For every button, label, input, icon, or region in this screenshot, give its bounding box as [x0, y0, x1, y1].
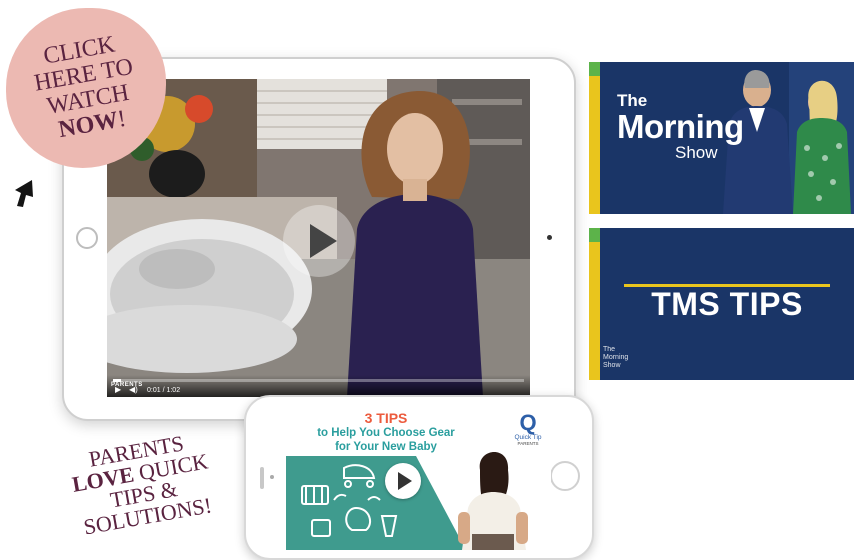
- logo-show: Show: [675, 143, 718, 162]
- quick-tip-label: Quick Tip: [514, 434, 542, 441]
- quick-tip-q: Q: [519, 410, 537, 435]
- phone-video-player[interactable]: 3 TIPS to Help You Choose Gear for Your …: [286, 404, 551, 550]
- quick-tip-badge: Q Quick Tip PARENTS: [510, 410, 546, 447]
- morning-show-video-thumbnail[interactable]: The Morning Show: [589, 62, 854, 214]
- tablet-play-button[interactable]: [283, 205, 355, 277]
- morning-show-logo: The Morning Show: [617, 92, 744, 162]
- tips-line-1: to Help You Choose Gear: [317, 427, 455, 439]
- phone-device: 3 TIPS to Help You Choose Gear for Your …: [244, 395, 594, 560]
- play-icon: [398, 472, 412, 490]
- accent-bar: [589, 228, 600, 380]
- tablet-home-button: [76, 227, 98, 249]
- play-small-icon[interactable]: ▶: [115, 385, 121, 394]
- three-tips-heading: 3 TIPS: [364, 410, 408, 426]
- tips-line-2: for Your New Baby: [335, 441, 437, 453]
- quick-tip-sub: PARENTS: [517, 441, 539, 446]
- video-controls: PARENTS ▶ ◀) 0:01 / 1:02: [107, 375, 530, 397]
- parents-love-callout: PARENTS LOVE QUICK TIPS & SOLUTIONS!: [46, 425, 239, 543]
- tablet-camera: [547, 235, 552, 240]
- phone-play-button[interactable]: [385, 463, 421, 499]
- mini-logo-line2: Morning: [603, 354, 629, 361]
- tablet-video-player[interactable]: PARENTS ▶ ◀) 0:01 / 1:02: [107, 79, 530, 397]
- volume-icon[interactable]: ◀): [129, 385, 138, 394]
- cursor-arrow-icon: [15, 180, 33, 207]
- mini-logo-line1: The: [603, 346, 616, 353]
- mini-logo-line3: Show: [603, 362, 621, 369]
- logo-morning: Morning: [617, 108, 744, 145]
- tms-tips-video-thumbnail[interactable]: TMS TIPS The Morning Show: [589, 228, 854, 380]
- cta-text: CLICK HERE TO WATCH NOW!: [28, 30, 144, 146]
- phone-speaker: [260, 467, 264, 489]
- tms-tips-title: TMS TIPS: [651, 286, 803, 322]
- video-progress-track[interactable]: [113, 379, 524, 382]
- play-icon: [309, 224, 337, 258]
- video-time: 0:01 / 1:02: [147, 387, 181, 394]
- phone-camera: [270, 475, 274, 479]
- phone-home-button: [550, 461, 580, 491]
- mini-morning-show-logo: The Morning Show: [603, 346, 628, 370]
